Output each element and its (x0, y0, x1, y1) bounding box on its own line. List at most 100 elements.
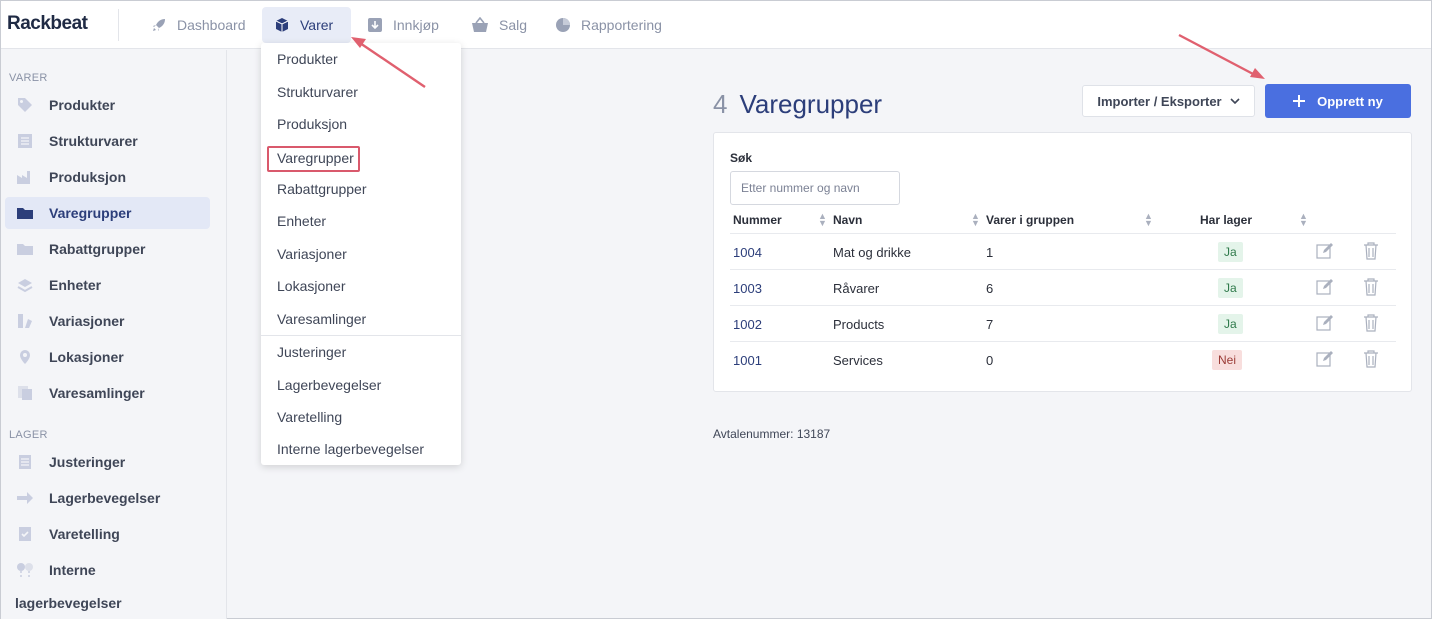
dropdown-item-lagerbevegelser[interactable]: Lagerbevegelser (277, 377, 381, 393)
sort-icon[interactable]: ▲ ▼ (1299, 212, 1308, 228)
sidebar-item-varetelling[interactable]: Varetelling (5, 518, 210, 550)
stock-badge: Ja (1218, 278, 1243, 298)
download-box-icon (367, 17, 383, 33)
delete-icon[interactable] (1361, 313, 1381, 333)
nav-salg[interactable]: Salg (459, 7, 539, 43)
sidebar-item-strukturvarer[interactable]: Strukturvarer (5, 125, 210, 157)
copy-icon (15, 385, 35, 401)
sidebar-item-varesamlinger[interactable]: Varesamlinger (5, 377, 210, 409)
column-header-stock[interactable]: Har lager (1200, 213, 1252, 227)
dropdown-item-justeringer[interactable]: Justeringer (277, 344, 346, 360)
group-number[interactable]: 1004 (733, 245, 762, 260)
group-number[interactable]: 1002 (733, 317, 762, 332)
nav-label: Dashboard (177, 17, 246, 33)
page-title: 4 Varegrupper (713, 89, 882, 120)
table-row: 1003 Råvarer 6 Ja (730, 269, 1396, 305)
dropdown-item-strukturvarer[interactable]: Strukturvarer (277, 84, 358, 100)
divider (118, 9, 119, 41)
top-navigation: Rackbeat Dashboard Varer Innkjøp Salg Ra… (1, 1, 1431, 49)
sidebar-item-lokasjoner[interactable]: Lokasjoner (5, 341, 210, 373)
sidebar-item-label: Variasjoner (49, 313, 125, 329)
nav-varer[interactable]: Varer (262, 7, 351, 43)
app-logo[interactable]: Rackbeat (7, 13, 88, 35)
dropdown-item-lokasjoner[interactable]: Lokasjoner (277, 278, 346, 294)
sidebar-item-lagerbevegelser[interactable]: Lagerbevegelser (5, 482, 210, 514)
variants-icon (15, 313, 35, 329)
groups-card: Søk Nummer ▲▼ Navn ▲▼ Varer i gruppen ▲▼… (713, 132, 1412, 392)
dropdown-item-varetelling[interactable]: Varetelling (277, 409, 342, 425)
page-title-text: Varegrupper (739, 89, 883, 119)
dropdown-divider (261, 335, 461, 336)
stock-badge: Ja (1218, 242, 1243, 262)
map-pin-icon (15, 349, 35, 365)
edit-icon[interactable] (1315, 277, 1335, 297)
dropdown-item-variasjoner[interactable]: Variasjoner (277, 246, 347, 262)
sidebar-item-enheter[interactable]: Enheter (5, 269, 210, 301)
sidebar-item-rabattgrupper[interactable]: Rabattgrupper (5, 233, 210, 265)
dropdown-item-rabattgrupper[interactable]: Rabattgrupper (277, 181, 367, 197)
sidebar-item-label-wrap[interactable]: lagerbevegelser (15, 595, 122, 611)
list-doc-icon (15, 133, 35, 149)
sort-icon[interactable]: ▲ ▼ (1144, 212, 1153, 228)
plus-icon (1293, 95, 1306, 107)
group-name: Services (833, 353, 883, 368)
dropdown-item-varesamlinger[interactable]: Varesamlinger (277, 311, 366, 327)
nav-rapportering[interactable]: Rapportering (543, 7, 674, 43)
layers-icon (15, 277, 35, 293)
search-input[interactable] (730, 171, 900, 205)
create-new-button[interactable]: Opprett ny (1265, 84, 1411, 118)
group-count: 0 (986, 353, 994, 368)
dropdown-item-enheter[interactable]: Enheter (277, 213, 326, 229)
stock-badge: Nei (1212, 350, 1243, 370)
sidebar-item-justeringer[interactable]: Justeringer (5, 446, 210, 478)
sidebar-item-label: Varegrupper (49, 205, 132, 221)
sidebar-section-varer: VARER (9, 72, 48, 84)
import-export-button[interactable]: Importer / Eksporter (1082, 85, 1255, 117)
edit-icon[interactable] (1315, 313, 1335, 333)
group-number[interactable]: 1003 (733, 281, 762, 296)
sidebar-item-varegrupper[interactable]: Varegrupper (5, 197, 210, 229)
delete-icon[interactable] (1361, 241, 1381, 261)
import-export-label: Importer / Eksporter (1097, 93, 1222, 109)
dropdown-item-produksjon[interactable]: Produksjon (277, 116, 347, 132)
column-header-number[interactable]: Nummer (733, 213, 782, 227)
sidebar: VARER Produkter Strukturvarer Produksjon… (1, 50, 227, 619)
clipboard-icon (15, 454, 35, 470)
sidebar-item-label: Produksjon (49, 169, 127, 185)
stock-badge: Ja (1218, 314, 1243, 334)
sort-icon[interactable]: ▲ ▼ (971, 212, 980, 228)
group-count: 7 (986, 317, 994, 332)
column-header-count[interactable]: Varer i gruppen (986, 213, 1074, 227)
sidebar-item-label: Rabattgrupper (49, 241, 146, 257)
rocket-icon (151, 17, 167, 33)
nav-innkjop[interactable]: Innkjøp (355, 7, 451, 43)
agreement-number: Avtalenummer: 13187 (713, 427, 831, 441)
sidebar-item-variasjoner[interactable]: Variasjoner (5, 305, 210, 337)
create-new-label: Opprett ny (1317, 93, 1383, 109)
sidebar-item-label: Strukturvarer (49, 133, 138, 149)
basket-icon (471, 17, 489, 33)
group-number[interactable]: 1001 (733, 353, 762, 368)
group-name: Råvarer (833, 281, 880, 296)
delete-icon[interactable] (1361, 277, 1381, 297)
column-header-name[interactable]: Navn (833, 213, 862, 227)
checklist-icon (15, 526, 35, 542)
item-count: 4 (713, 89, 728, 119)
sort-icon[interactable]: ▲ ▼ (818, 212, 827, 228)
dropdown-item-varegrupper[interactable]: Varegrupper (277, 150, 354, 166)
sidebar-item-produkter[interactable]: Produkter (5, 89, 210, 121)
table-row: 1002 Products 7 Ja (730, 305, 1396, 341)
sidebar-item-produksjon[interactable]: Produksjon (5, 161, 210, 193)
sidebar-item-label: Enheter (49, 277, 102, 293)
delete-icon[interactable] (1361, 349, 1381, 369)
sidebar-item-label: Justeringer (49, 454, 126, 470)
dropdown-item-interne-lagerbevegelser[interactable]: Interne lagerbevegelser (277, 441, 424, 457)
arrow-right-icon (15, 491, 35, 505)
edit-icon[interactable] (1315, 349, 1335, 369)
sidebar-item-interne-lagerbevegelser[interactable]: Interne (5, 554, 210, 586)
dropdown-item-produkter[interactable]: Produkter (277, 51, 338, 67)
sidebar-item-label: Varesamlinger (49, 385, 145, 401)
nav-dashboard[interactable]: Dashboard (139, 7, 258, 43)
search-label: Søk (730, 151, 753, 165)
edit-icon[interactable] (1315, 241, 1335, 261)
